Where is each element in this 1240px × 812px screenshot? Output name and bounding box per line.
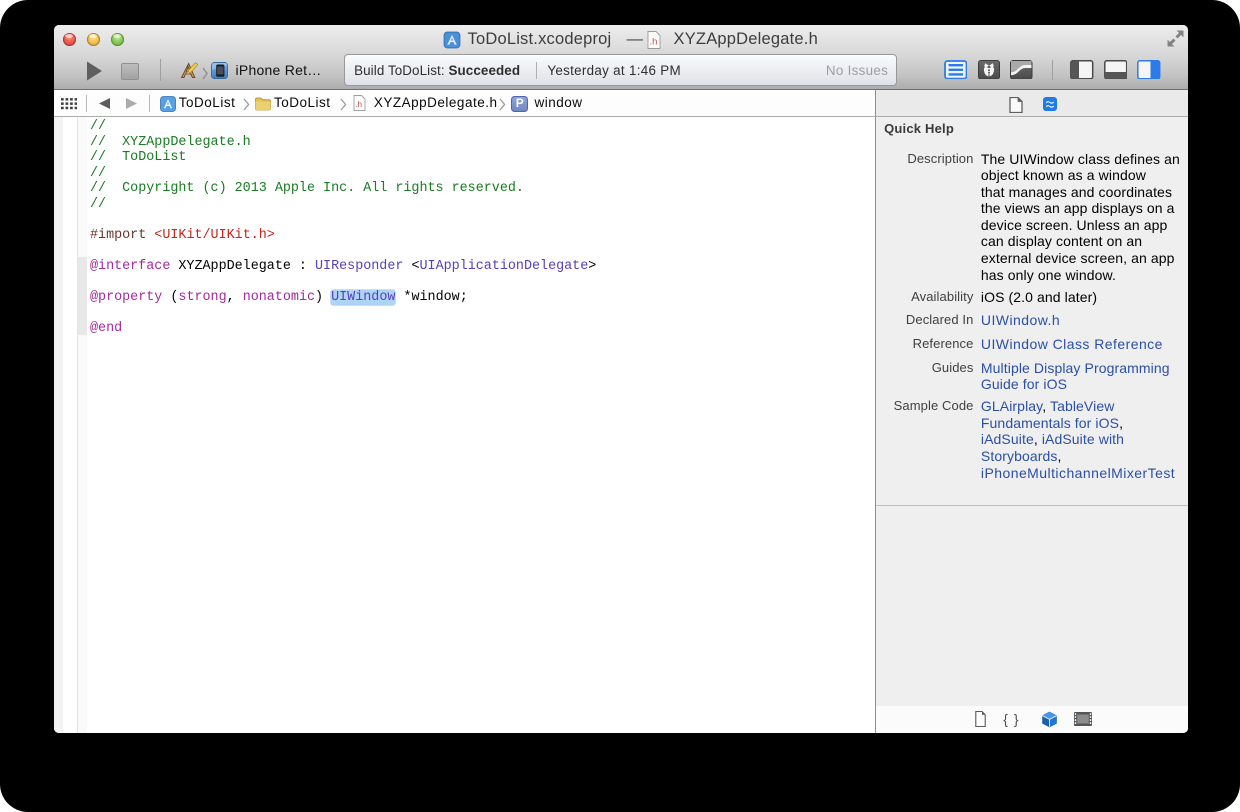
svg-text:.h: .h <box>649 37 657 48</box>
svg-text:.h: .h <box>355 99 362 109</box>
